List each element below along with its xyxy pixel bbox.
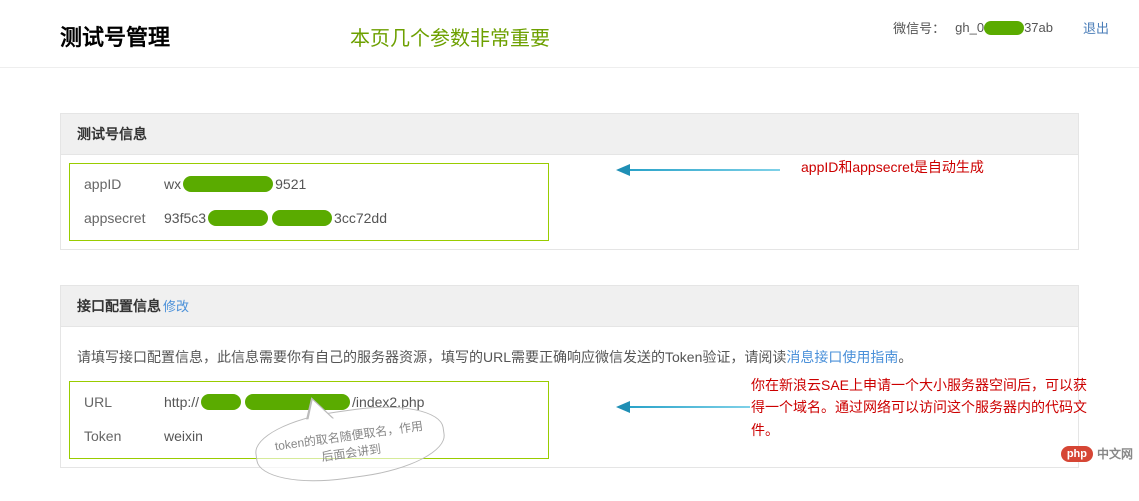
appsecret-label: appsecret [84, 210, 164, 226]
info-box-credentials: appID wx9521 appsecret 93f5c33cc72dd [69, 163, 549, 241]
api-intro-text: 请填写接口配置信息，此信息需要你有自己的服务器资源，填写的URL需要正确响应微信… [61, 327, 1078, 377]
redaction-mark [201, 394, 241, 410]
wechat-id-value: gh_037ab [955, 20, 1053, 36]
annotation-arrow-2 [616, 401, 750, 413]
redaction-mark [208, 210, 268, 226]
redaction-mark [245, 394, 350, 410]
wechat-id-label: 微信号： [893, 18, 945, 37]
watermark: php 中文网 [1061, 445, 1133, 462]
section-api-header: 接口配置信息修改 [61, 286, 1078, 327]
page-title: 测试号管理 [60, 20, 170, 52]
redaction-mark [183, 176, 273, 192]
redaction-mark [984, 21, 1024, 35]
logout-link[interactable]: 退出 [1083, 18, 1109, 37]
section-info-header: 测试号信息 [61, 114, 1078, 155]
bubble-text: token的取名随便取名，作用后面会讲到 [268, 416, 431, 472]
row-appid: appID wx9521 [84, 176, 534, 192]
annotation-arrow-1 [616, 164, 780, 176]
redaction-mark [272, 210, 332, 226]
appid-label: appID [84, 176, 164, 192]
token-label: Token [84, 428, 164, 444]
guide-link[interactable]: 消息接口使用指南 [786, 349, 898, 365]
annotation-text-1: appID和appsecret是自动生成 [801, 156, 984, 178]
appsecret-value: 93f5c33cc72dd [164, 210, 387, 226]
annotation-text-2: 你在新浪云SAE上申请一个大小服务器空间后，可以获得一个域名。通过网络可以访问这… [751, 374, 1091, 441]
appid-value: wx9521 [164, 176, 306, 192]
url-label: URL [84, 394, 164, 410]
watermark-badge: php [1061, 446, 1093, 462]
modify-link[interactable]: 修改 [163, 299, 189, 314]
watermark-text: 中文网 [1097, 445, 1133, 462]
header-notice: 本页几个参数非常重要 [350, 22, 550, 51]
row-appsecret: appsecret 93f5c33cc72dd [84, 210, 534, 226]
token-value: weixin [164, 428, 203, 444]
